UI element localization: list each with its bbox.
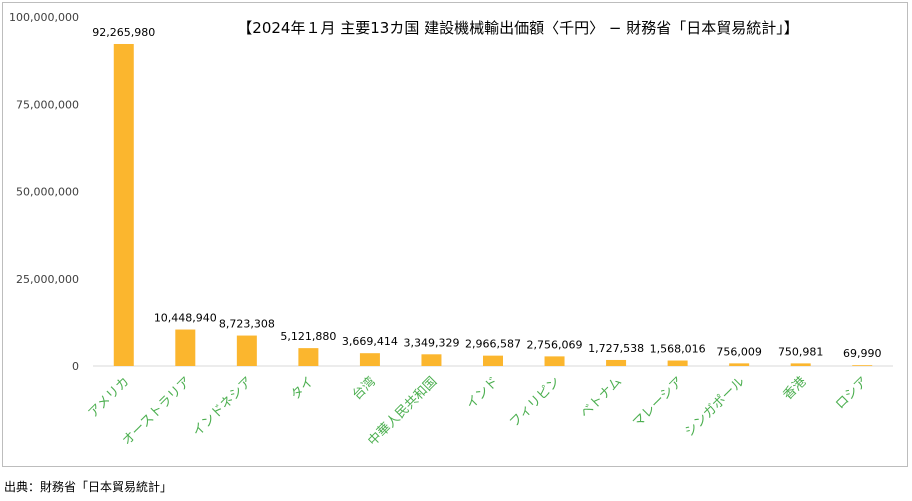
category-label: シンガポール bbox=[682, 374, 748, 440]
y-tick-label: 100,000,000 bbox=[9, 11, 79, 24]
category-label: 台湾 bbox=[349, 374, 379, 404]
data-label: 750,981 bbox=[778, 345, 824, 358]
data-label: 92,265,980 bbox=[92, 26, 155, 39]
bar-chart: 【2024年１月 主要13カ国 建設機械輸出価額〈千円〉 − 財務省「日本貿易統… bbox=[9, 11, 893, 450]
y-tick-label: 25,000,000 bbox=[16, 273, 79, 286]
y-tick-label: 75,000,000 bbox=[16, 98, 79, 111]
data-label: 2,756,069 bbox=[527, 338, 583, 351]
bar bbox=[790, 363, 811, 366]
data-label: 8,723,308 bbox=[219, 318, 275, 331]
bar bbox=[359, 353, 380, 366]
data-label: 1,727,538 bbox=[588, 342, 644, 355]
data-label: 10,448,940 bbox=[154, 312, 217, 325]
source-note: 出典：財務省「日本貿易統計」 bbox=[4, 480, 173, 494]
y-axis: 0 25,000,000 50,000,000 75,000,000 100,000,0… bbox=[9, 11, 893, 373]
data-label: 756,009 bbox=[716, 345, 762, 358]
bar bbox=[852, 365, 873, 366]
data-label: 3,669,414 bbox=[342, 335, 398, 348]
data-label: 69,990 bbox=[843, 347, 882, 360]
category-label: インドネシア bbox=[190, 374, 256, 440]
bar bbox=[175, 329, 196, 366]
category-labels: アメリカオーストラリアインドネシア タイ 台湾中華人民共和国 インド フィリピン ベトナム… bbox=[86, 374, 871, 450]
bar bbox=[421, 354, 442, 366]
data-label: 2,966,587 bbox=[465, 338, 521, 351]
bar bbox=[544, 356, 565, 366]
y-tick-label: 50,000,000 bbox=[16, 186, 79, 199]
y-tick-label: 0 bbox=[72, 360, 79, 373]
bar bbox=[483, 355, 503, 366]
category-label: ベトナム bbox=[578, 374, 625, 421]
value-labels: 92,265,980 10,448,940 8,723,308 5,121,880 3,… bbox=[92, 26, 881, 360]
category-label: インド bbox=[464, 374, 502, 412]
bar bbox=[113, 43, 134, 366]
data-label: 5,121,880 bbox=[280, 330, 336, 343]
category-label: アメリカ bbox=[86, 374, 133, 421]
category-label: マレーシア bbox=[630, 374, 686, 430]
category-label: タイ bbox=[288, 374, 317, 403]
category-label: フィリピン bbox=[507, 374, 563, 430]
data-label: 3,349,329 bbox=[403, 336, 459, 349]
bar bbox=[236, 335, 257, 366]
category-label: ロシア bbox=[833, 374, 871, 412]
bar bbox=[298, 348, 319, 366]
category-label: 香港 bbox=[781, 374, 810, 403]
bar bbox=[729, 363, 750, 366]
data-label: 1,568,016 bbox=[650, 343, 706, 356]
bar bbox=[667, 360, 688, 366]
chart-frame: 【2024年１月 主要13カ国 建設機械輸出価額〈千円〉 − 財務省「日本貿易統… bbox=[2, 2, 908, 467]
bar bbox=[606, 359, 627, 366]
chart-title: 【2024年１月 主要13カ国 建設機械輸出価額〈千円〉 − 財務省「日本貿易統… bbox=[237, 19, 798, 37]
